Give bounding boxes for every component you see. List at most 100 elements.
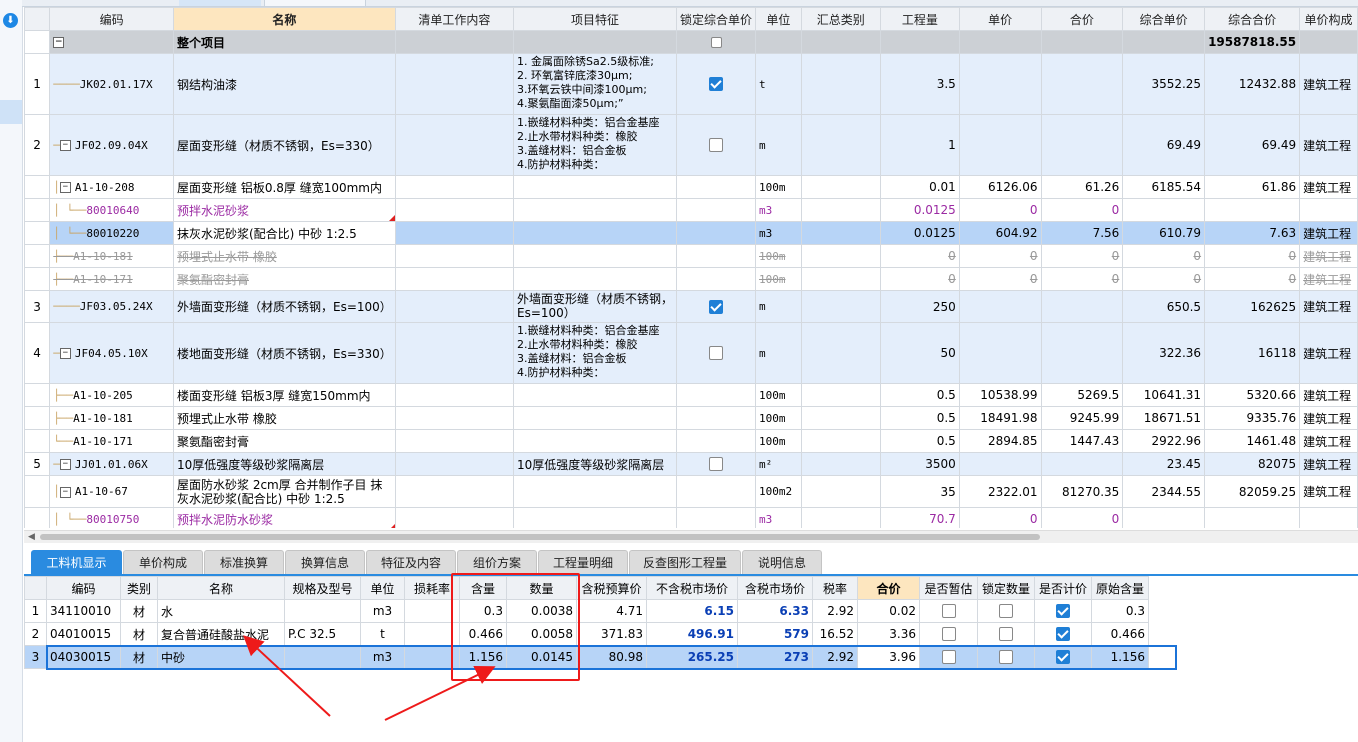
scroll-left-icon[interactable]: ◀ <box>28 532 35 542</box>
header-comp-price[interactable]: 综合单价 <box>1122 7 1206 31</box>
priced-checkbox[interactable] <box>1056 650 1070 665</box>
header-code[interactable]: 编码 <box>49 7 174 31</box>
mrow-notax-market[interactable]: 265.25 <box>646 645 738 669</box>
row-name[interactable]: 预埋式止水带 橡胶 <box>173 244 396 268</box>
provisional-checkbox[interactable] <box>941 604 956 619</box>
row-name[interactable]: 10厚低强度等级砂浆隔离层 <box>173 452 396 476</box>
table-row[interactable]: │ └──80010750 预拌水泥防水砂浆 m3 70.7 0 0 <box>24 507 1358 528</box>
row-qty[interactable]: 35 <box>879 475 960 508</box>
lheader-unit[interactable]: 单位 <box>360 576 405 600</box>
row-name[interactable]: 预拌水泥砂浆 <box>173 198 396 222</box>
collapse-icon[interactable]: − <box>59 348 71 359</box>
row-name[interactable]: 预拌水泥防水砂浆 <box>173 507 396 528</box>
mrow-tax-rate[interactable]: 2.92 <box>812 645 858 669</box>
row-qty[interactable]: 250 <box>879 290 960 323</box>
mrow-spec[interactable] <box>284 599 361 623</box>
table-row[interactable]: ├──A1-10-181 预埋式止水带 橡胶 100m 0.5 18491.98… <box>24 406 1358 430</box>
header-name[interactable]: 名称 <box>173 7 396 31</box>
row-name-editor[interactable]: 抹灰水泥砂浆(配合比) 中砂 1:2.5 <box>173 221 396 245</box>
table-row-disabled[interactable]: ├──A1-10-181 预埋式止水带 橡胶 100m 0 0 0 0 0 建筑… <box>24 244 1358 268</box>
mrow-tax-market[interactable]: 273 <box>737 645 813 669</box>
lock-qty-checkbox[interactable] <box>999 650 1013 665</box>
header-summary[interactable]: 汇总类别 <box>800 7 881 31</box>
lheader-content[interactable]: 含量 <box>459 576 507 600</box>
table-row[interactable]: 5 ─ − JJ01.01.06X 10厚低强度等级砂浆隔离层 10厚低强度等级砂浆… <box>24 452 1358 476</box>
row-qty[interactable]: 3.5 <box>879 53 960 115</box>
collapse-icon[interactable]: − <box>59 140 71 151</box>
tab-reverse-lookup[interactable]: 反查图形工程量 <box>629 550 741 575</box>
top-tab-2[interactable] <box>264 0 366 6</box>
row-qty[interactable]: 0.01 <box>879 175 960 199</box>
lheader-loss[interactable]: 损耗率 <box>404 576 460 600</box>
table-row[interactable]: │ └──80010640 预拌水泥砂浆 m3 0.0125 0 0 <box>24 198 1358 222</box>
mrow-name[interactable]: 复合普通硅酸盐水泥 <box>157 622 285 646</box>
priced-checkbox[interactable] <box>1056 604 1070 619</box>
table-row-selected[interactable]: │ └──80010220 抹灰水泥砂浆(配合比) 中砂 1:2.5 m3 0.… <box>24 221 1358 245</box>
tab-standard-conversion[interactable]: 标准换算 <box>204 550 284 575</box>
header-unit[interactable]: 单位 <box>755 7 802 31</box>
provisional-checkbox[interactable] <box>941 650 956 665</box>
table-row[interactable]: │ − A1-10-67 屋面防水砂浆 2cm厚 合并制作子目 抹灰水泥砂浆(配合比… <box>24 475 1358 508</box>
lheader-lock-qty[interactable]: 锁定数量 <box>977 576 1035 600</box>
lheader-code[interactable]: 编码 <box>46 576 121 600</box>
lheader-spec[interactable]: 规格及型号 <box>284 576 361 600</box>
row-qty[interactable]: 0.0125 <box>879 198 960 222</box>
provisional-checkbox[interactable] <box>941 627 956 642</box>
lheader-category[interactable]: 类别 <box>120 576 158 600</box>
mrow-notax-market[interactable]: 6.15 <box>646 599 738 623</box>
lock-checkbox[interactable] <box>709 77 724 92</box>
row-name[interactable]: 楼面变形缝 铝板3厚 缝宽150mm内 <box>173 383 396 407</box>
row-name[interactable]: 屋面防水砂浆 2cm厚 合并制作子目 抹灰水泥砂浆(配合比) 中砂 1:2.5 <box>173 475 396 508</box>
horizontal-scrollbar[interactable]: ◀ <box>24 530 1358 543</box>
material-row-selected[interactable]: 3 04030015 材 中砂 m3 1.156 0.0145 80.98 26… <box>24 645 1149 669</box>
table-row[interactable]: 4 ─ − JF04.05.10X 楼地面变形缝（材质不锈钢，Es=330） 1.嵌… <box>24 322 1358 384</box>
lock-qty-checkbox[interactable] <box>999 627 1013 642</box>
whole-project-row[interactable]: − 整个项目 19587818.55 <box>24 30 1358 54</box>
mrow-code[interactable]: 04010015 <box>46 622 121 646</box>
row-qty[interactable]: 70.7 <box>879 507 960 528</box>
lheader-tax-market[interactable]: 含税市场价 <box>737 576 813 600</box>
table-row[interactable]: 1 ────JK02.01.17X 钢结构油漆 1. 金属面除锈Sa2.5级标准… <box>24 53 1358 115</box>
row-name[interactable]: 外墙面变形缝（材质不锈钢，Es=100） <box>173 290 396 323</box>
collapse-icon[interactable]: − <box>59 486 71 498</box>
row-qty[interactable]: 0.5 <box>879 383 960 407</box>
download-icon[interactable]: ⬇ <box>3 13 18 28</box>
header-comp-amount[interactable]: 综合合价 <box>1204 7 1301 31</box>
lock-checkbox[interactable] <box>709 138 724 153</box>
top-tab-1[interactable] <box>179 0 261 6</box>
row-name[interactable]: 钢结构油漆 <box>173 53 396 115</box>
row-name[interactable]: 楼地面变形缝（材质不锈钢，Es=330） <box>173 322 396 384</box>
header-amount[interactable]: 合价 <box>1040 7 1124 31</box>
table-row[interactable]: └──A1-10-171 聚氨酯密封膏 100m 0.5 2894.85 144… <box>24 429 1358 453</box>
mrow-code[interactable]: 04030015 <box>46 645 121 669</box>
material-row[interactable]: 2 04010015 材 复合普通硅酸盐水泥 P.C 32.5 t 0.466 … <box>24 622 1149 646</box>
collapse-icon[interactable]: − <box>53 37 65 48</box>
header-lock[interactable]: 锁定综合单价 <box>676 7 757 31</box>
lheader-name[interactable]: 名称 <box>157 576 285 600</box>
row-qty[interactable]: 0.0125 <box>879 221 960 245</box>
table-row[interactable]: 2 ─ − JF02.09.04X 屋面变形缝（材质不锈钢，Es=330） 1.嵌缝… <box>24 114 1358 176</box>
row-qty[interactable]: 0.5 <box>879 406 960 430</box>
mrow-amount-editor[interactable]: 3.96 <box>857 645 920 669</box>
header-feature[interactable]: 项目特征 <box>513 7 678 31</box>
mrow-code[interactable]: 34110010 <box>46 599 121 623</box>
mrow-notax-market[interactable]: 496.91 <box>646 622 738 646</box>
scroll-thumb[interactable] <box>40 534 1040 540</box>
mrow-content[interactable]: 1.156 <box>459 645 507 669</box>
row-feature[interactable]: 1.嵌缝材料种类：铝合金基座 2.止水带材料种类：橡胶 3.盖缝材料：铝合金板 … <box>513 322 678 384</box>
row-name[interactable]: 聚氨酯密封膏 <box>173 267 396 291</box>
mrow-tax-market[interactable]: 6.33 <box>737 599 813 623</box>
table-row[interactable]: │ − A1-10-208 屋面变形缝 铝板0.8厚 缝宽100mm内 100m 0… <box>24 175 1358 199</box>
tab-pricing-scheme[interactable]: 组价方案 <box>457 550 537 575</box>
mrow-spec[interactable]: P.C 32.5 <box>284 622 361 646</box>
mrow-loss[interactable] <box>404 622 460 646</box>
table-row[interactable]: 3 ────JF03.05.24X 外墙面变形缝（材质不锈钢，Es=100） 外… <box>24 290 1358 323</box>
lock-checkbox[interactable] <box>709 346 724 361</box>
row-name[interactable]: 屋面变形缝（材质不锈钢，Es=330） <box>173 114 396 176</box>
mrow-tax-rate[interactable]: 2.92 <box>812 599 858 623</box>
mrow-name[interactable]: 水 <box>157 599 285 623</box>
row-feature[interactable]: 外墙面变形缝（材质不锈钢， Es=100） <box>513 290 678 323</box>
tab-unit-price-composition[interactable]: 单价构成 <box>123 550 203 575</box>
tab-feature-content[interactable]: 特征及内容 <box>366 550 456 575</box>
mrow-loss[interactable] <box>404 599 460 623</box>
